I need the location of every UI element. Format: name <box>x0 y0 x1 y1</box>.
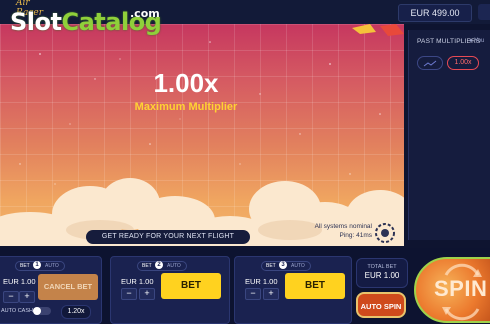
bet-number-badge: 1 <box>33 261 41 269</box>
tab-auto[interactable]: AUTO <box>291 262 305 270</box>
bet-button[interactable]: BET <box>285 273 345 299</box>
decrease-bet-button[interactable]: − <box>245 288 261 300</box>
tab-bet[interactable]: BET <box>266 262 276 270</box>
bet-panel-tabs: BET 2 AUTO <box>137 261 187 271</box>
decrease-bet-button[interactable]: − <box>3 291 19 303</box>
increase-bet-button[interactable]: + <box>19 291 35 303</box>
tab-auto[interactable]: AUTO <box>167 262 181 270</box>
watermark-prefix: Slot <box>10 8 62 36</box>
game-area: 1.00x Maximum Multiplier GET READY FOR Y… <box>0 24 404 246</box>
past-multipliers-panel: PAST MULTIPLIERS ● You 1.00x <box>408 30 490 240</box>
bet-panel-tabs: BET 1 AUTO <box>15 261 65 271</box>
balance-display: EUR 499.00 <box>398 4 472 22</box>
bet-panel-tabs: BET 3 AUTO <box>261 261 311 271</box>
increase-bet-button[interactable]: + <box>139 288 155 300</box>
system-status-text: All systems nominal <box>314 223 372 230</box>
plane-icon <box>352 24 404 36</box>
tab-bet[interactable]: BET <box>20 262 30 270</box>
tab-bet[interactable]: BET <box>142 262 152 270</box>
bet-amount[interactable]: EUR 1.00 <box>3 277 36 286</box>
toggle-knob <box>33 307 41 315</box>
bet-number-badge: 2 <box>155 261 163 269</box>
ready-banner: GET READY FOR YOUR NEXT FLIGHT <box>86 230 250 244</box>
menu-icon[interactable] <box>478 4 490 20</box>
total-bet-display: TOTAL BET EUR 1.00 <box>356 258 408 288</box>
bet-number-badge: 3 <box>279 261 287 269</box>
you-filter-label[interactable]: ● You <box>469 38 484 44</box>
spin-button[interactable]: SPIN <box>414 257 490 323</box>
bet-panel-3: BET 3 AUTO EUR 1.00 − + BET <box>234 256 352 324</box>
spin-label: SPIN <box>434 276 488 301</box>
auto-spin-button[interactable]: AUTO SPIN <box>356 292 406 318</box>
bet-amount[interactable]: EUR 1.00 <box>121 277 154 286</box>
trend-chart-button[interactable] <box>417 56 443 70</box>
network-gauge-icon <box>375 223 395 243</box>
trend-chart-icon <box>423 60 437 67</box>
you-label: You <box>474 38 485 44</box>
current-multiplier: 1.00x <box>153 68 219 98</box>
total-bet-value: EUR 1.00 <box>364 271 400 280</box>
system-status: All systems nominal Ping: 41ms <box>300 222 372 240</box>
auto-cashout-toggle[interactable] <box>33 307 51 315</box>
ping-text: Ping: 41ms <box>339 232 372 239</box>
watermark-domain: .com <box>130 7 160 20</box>
bet-amount[interactable]: EUR 1.00 <box>245 277 278 286</box>
tab-auto[interactable]: AUTO <box>45 262 59 270</box>
bet-button[interactable]: BET <box>161 273 221 299</box>
max-multiplier-label: Maximum Multiplier <box>134 101 238 113</box>
cancel-bet-button[interactable]: CANCEL BET <box>38 274 98 300</box>
past-multiplier-chip: 1.00x <box>447 56 479 70</box>
increase-bet-button[interactable]: + <box>263 288 279 300</box>
auto-cashout-value[interactable]: 1.20x <box>61 305 91 319</box>
bet-panel-1: BET 1 AUTO EUR 1.00 − + CANCEL BET AUTO … <box>0 256 102 324</box>
decrease-bet-button[interactable]: − <box>121 288 137 300</box>
bet-panel-2: BET 2 AUTO EUR 1.00 − + BET <box>110 256 230 324</box>
total-bet-label: TOTAL BET <box>367 264 397 270</box>
